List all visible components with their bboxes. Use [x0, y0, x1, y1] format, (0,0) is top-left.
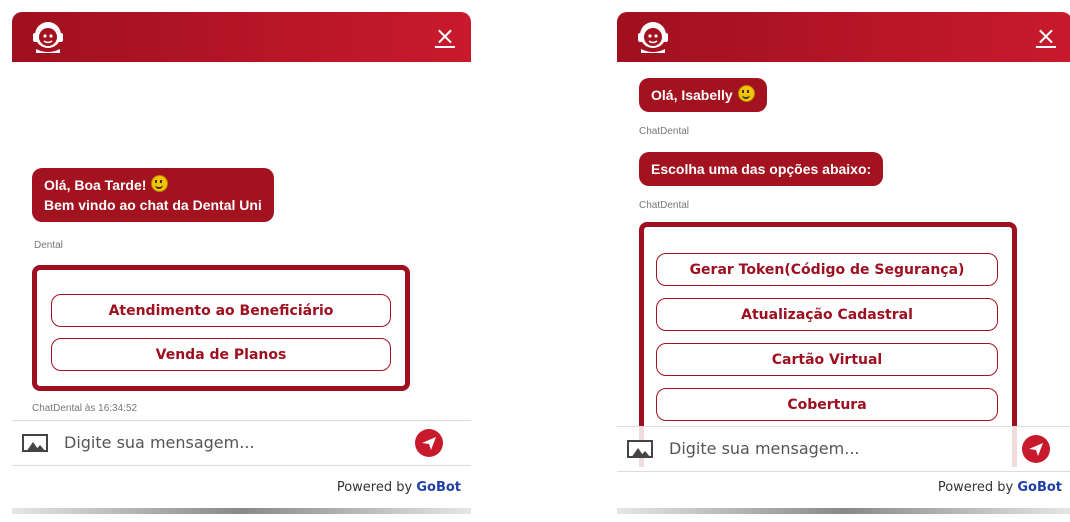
option-cartao-virtual-button[interactable]: Cartão Virtual [656, 343, 998, 376]
welcome-line-2: Bem vindo ao chat da Dental Uni [44, 197, 262, 213]
sender-label: Dental [34, 240, 63, 251]
powered-by: Powered by GoBot [336, 480, 461, 495]
message-input[interactable]: Digite sua mensagem... [64, 433, 255, 452]
panel-shadow [12, 508, 471, 514]
send-button[interactable] [1022, 435, 1050, 463]
message-timestamp: ChatDental às 16:34:52 [32, 403, 138, 414]
options-box: Atendimento ao Beneficiário Venda de Pla… [32, 265, 410, 391]
welcome-message: Olá, Boa Tarde! Bem vindo ao chat da Den… [32, 168, 274, 222]
prompt-message: Escolha uma das opções abaixo: [639, 152, 884, 186]
option-gerar-token-button[interactable]: Gerar Token(Código de Segurança) [656, 253, 998, 286]
chat-header: × [617, 12, 1070, 62]
image-attach-icon[interactable] [22, 434, 48, 452]
send-button[interactable] [415, 429, 443, 457]
message-input[interactable]: Digite sua mensagem... [669, 439, 860, 458]
chat-window-right: × Olá, Isabelly ChatDental Escolha uma d… [617, 12, 1070, 514]
agent-avatar-icon [638, 22, 668, 53]
agent-avatar-icon [33, 22, 63, 53]
gobot-link[interactable]: GoBot [416, 480, 461, 495]
emoji-smile-icon [151, 175, 169, 192]
sender-label: ChatDental [639, 126, 690, 137]
sender-label: ChatDental [639, 200, 690, 211]
close-icon[interactable]: × [1036, 22, 1056, 50]
option-venda-planos-button[interactable]: Venda de Planos [51, 338, 391, 371]
panel-shadow [617, 508, 1070, 514]
send-icon [1029, 443, 1043, 456]
option-atualizacao-cadastral-button[interactable]: Atualização Cadastral [656, 298, 998, 331]
powered-by: Powered by GoBot [937, 480, 1062, 495]
chat-window-left: × Olá, Boa Tarde! Bem vindo ao chat da D… [12, 12, 471, 514]
message-input-bar: Digite sua mensagem... [12, 420, 471, 466]
option-cobertura-button[interactable]: Cobertura [656, 388, 998, 421]
option-atendimento-button[interactable]: Atendimento ao Beneficiário [51, 294, 391, 327]
greeting-message: Olá, Isabelly [639, 78, 767, 112]
message-input-bar: Digite sua mensagem... [617, 426, 1070, 472]
image-attach-icon[interactable] [627, 440, 653, 458]
chat-header: × [12, 12, 471, 62]
send-icon [422, 437, 436, 450]
welcome-line-1: Olá, Boa Tarde! [44, 177, 147, 193]
close-icon[interactable]: × [435, 22, 455, 50]
gobot-link[interactable]: GoBot [1017, 480, 1062, 495]
emoji-smile-icon [737, 85, 755, 102]
